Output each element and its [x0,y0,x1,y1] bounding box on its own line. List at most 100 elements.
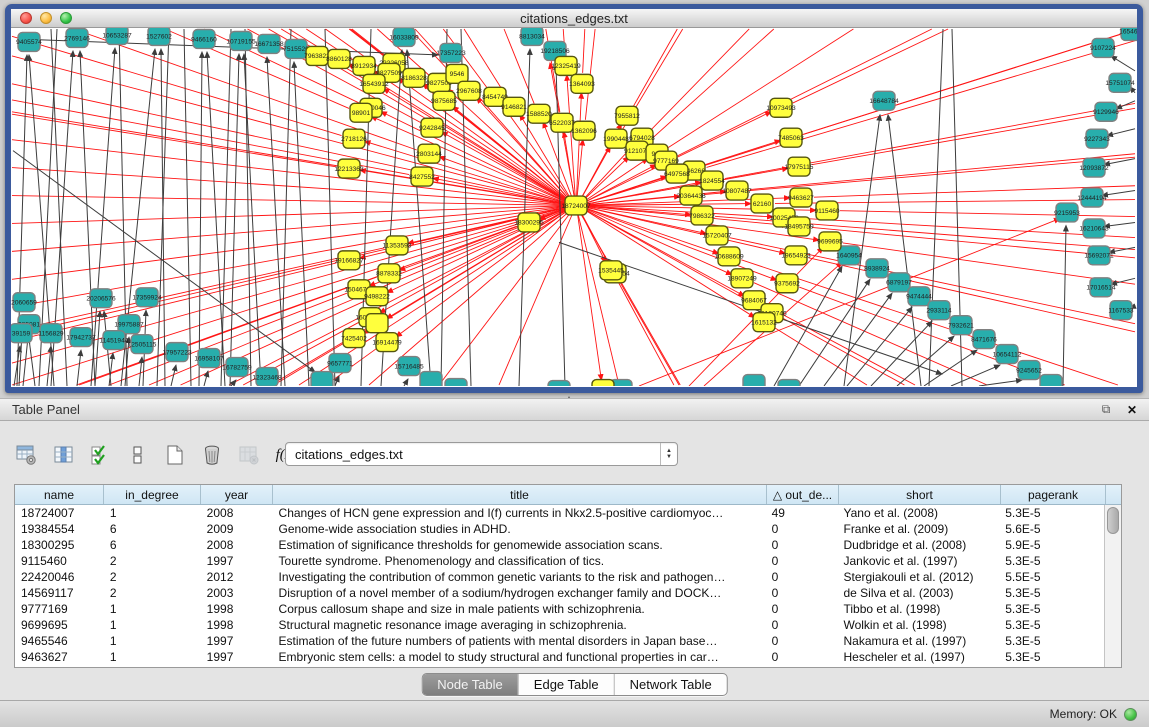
table-row[interactable]: 911546021997Tourette syndrome. Phenomeno… [15,553,1104,569]
column-header[interactable]: △ out_de... [767,485,839,504]
graph-node-label: 9242845 [419,125,445,132]
graph-edge [77,350,81,386]
table-cell: Investigating the contribution of common… [273,569,766,585]
table-cell: 5.9E-5 [999,537,1104,553]
graph-node-label: 10807487 [722,188,752,195]
graph-node[interactable] [1040,375,1062,386]
table-row[interactable]: 969969511998Structural magnetic resonanc… [15,617,1104,633]
graph-node-label: 1990448 [603,136,629,143]
graph-node[interactable] [420,372,442,386]
network-window: citations_edges.txt 9405574 2769146 106532… [5,4,1143,393]
graph-edge [12,168,576,206]
table-cell: 0 [766,649,838,665]
graph-node[interactable] [743,375,765,386]
graph-node-label: 9699695 [817,239,843,246]
table-select-dropdown[interactable]: citations_edges.txt ▲ ▼ [285,442,678,466]
graph-node-label: 2769146 [64,35,90,42]
table-cell: 1997 [201,553,273,569]
graph-node-label: 18300295 [514,220,544,227]
table-row[interactable]: 1830029562008Estimation of significance … [15,537,1104,553]
graph-node-label: 19975887 [114,321,144,328]
graph-node-label: 1824554 [699,178,725,185]
graph-node-label: 9405574 [16,39,42,46]
table-mode-icon[interactable] [14,442,40,468]
column-header[interactable]: name [15,485,104,504]
graph-node-label: 7986322 [689,213,715,220]
table-cell: Stergiakouli et al. (2012) [837,569,999,585]
graph-node-label: 1362096 [571,128,597,135]
float-panel-icon[interactable]: ⧉ [1097,402,1115,418]
table-row[interactable]: 2242004622012Investigating the contribut… [15,569,1104,585]
table-cell: 9465546 [15,633,104,649]
column-header[interactable]: year [201,485,273,504]
table-cell: 1997 [201,633,273,649]
table-header-row[interactable]: namein_degreeyeartitle△ out_de...shortpa… [15,485,1121,505]
network-canvas[interactable]: 9405574276914610653287152760294661601071… [11,28,1137,386]
graph-node-label: 2718126 [341,136,367,143]
graph-node-label: 6879197 [886,280,912,287]
table-row[interactable]: 946554611997Estimation of the future num… [15,633,1104,649]
delete-table-icon[interactable] [199,442,225,468]
graph-node-label: 10653287 [102,32,132,39]
table-cell: 2008 [201,537,273,553]
select-columns-icon[interactable] [88,442,114,468]
graph-node[interactable] [366,314,388,333]
row-height-icon[interactable] [125,442,151,468]
table-body: 1872400712008Changes of HCN gene express… [15,505,1104,667]
minimize-window-icon[interactable] [40,12,52,24]
graph-node-label: 9107224 [1090,45,1116,52]
table-cell: Tourette syndrome. Phenomenology and cla… [273,553,766,569]
table-cell: 5.3E-5 [999,505,1104,521]
show-columns-icon[interactable] [51,442,77,468]
graph-node-label: 6522037 [549,120,575,127]
table-cell: 1 [104,649,201,665]
table-cell: Genome-wide association studies in ADHD. [273,521,766,537]
window-titlebar[interactable]: citations_edges.txt [11,9,1137,28]
column-header[interactable]: title [273,485,767,504]
scrollbar-thumb[interactable] [1107,507,1119,534]
vertical-scrollbar[interactable] [1104,505,1121,667]
graph-node[interactable] [592,380,614,386]
tab-edge-table[interactable]: Edge Table [518,674,614,695]
table-cell: 0 [766,617,838,633]
graph-node[interactable] [311,372,333,386]
dropdown-selected-value: citations_edges.txt [286,447,660,462]
table-row[interactable]: 946362711997Embryonic stem cells: a mode… [15,649,1104,665]
column-header[interactable]: short [839,485,1001,504]
graph-node[interactable] [778,380,800,386]
graph-edge [847,307,912,386]
table-cell: 2 [104,553,201,569]
graph-node-label: 9466160 [191,36,217,43]
table-cell: Hescheler et al. (1997) [837,649,999,665]
table-row[interactable]: 1872400712008Changes of HCN gene express… [15,505,1104,521]
close-window-icon[interactable] [20,12,32,24]
tab-network-table[interactable]: Network Table [614,674,727,695]
close-panel-icon[interactable]: ✕ [1123,402,1141,418]
graph-node-label: 9215953 [1054,210,1080,217]
zoom-window-icon[interactable] [60,12,72,24]
graph-node-label: 19218506 [540,48,570,55]
table-cell: 14569117 [15,585,104,601]
table-cell: 6 [104,537,201,553]
tab-node-table[interactable]: Node Table [422,674,518,695]
graph-node-label: 16958107 [194,355,224,362]
graph-node-label: 1588520 [526,111,552,118]
graph-node-label: 10654112 [993,351,1022,358]
table-row[interactable]: 1938455462009Genome-wide association stu… [15,521,1104,537]
graph-edge [23,337,28,386]
table-row[interactable]: 1456911722003Disruption of a novel membe… [15,585,1104,601]
column-header[interactable]: pagerank [1001,485,1106,504]
table-cell: 5.3E-5 [999,617,1104,633]
column-header[interactable]: in_degree [104,485,201,504]
table-row[interactable]: 977716911998Corpus callosum shape and si… [15,601,1104,617]
graph-node[interactable] [445,379,467,386]
graph-node-label: 9115460 [814,208,839,215]
table-cell: 1 [104,633,201,649]
graph-edge [1102,191,1135,196]
graph-edge [294,62,309,386]
new-table-icon[interactable] [162,442,188,468]
graph-edge [396,211,567,337]
graph-node[interactable] [548,381,570,386]
graph-node-label: 8813034 [519,33,545,40]
graph-node-label: 12093872 [1079,165,1109,172]
